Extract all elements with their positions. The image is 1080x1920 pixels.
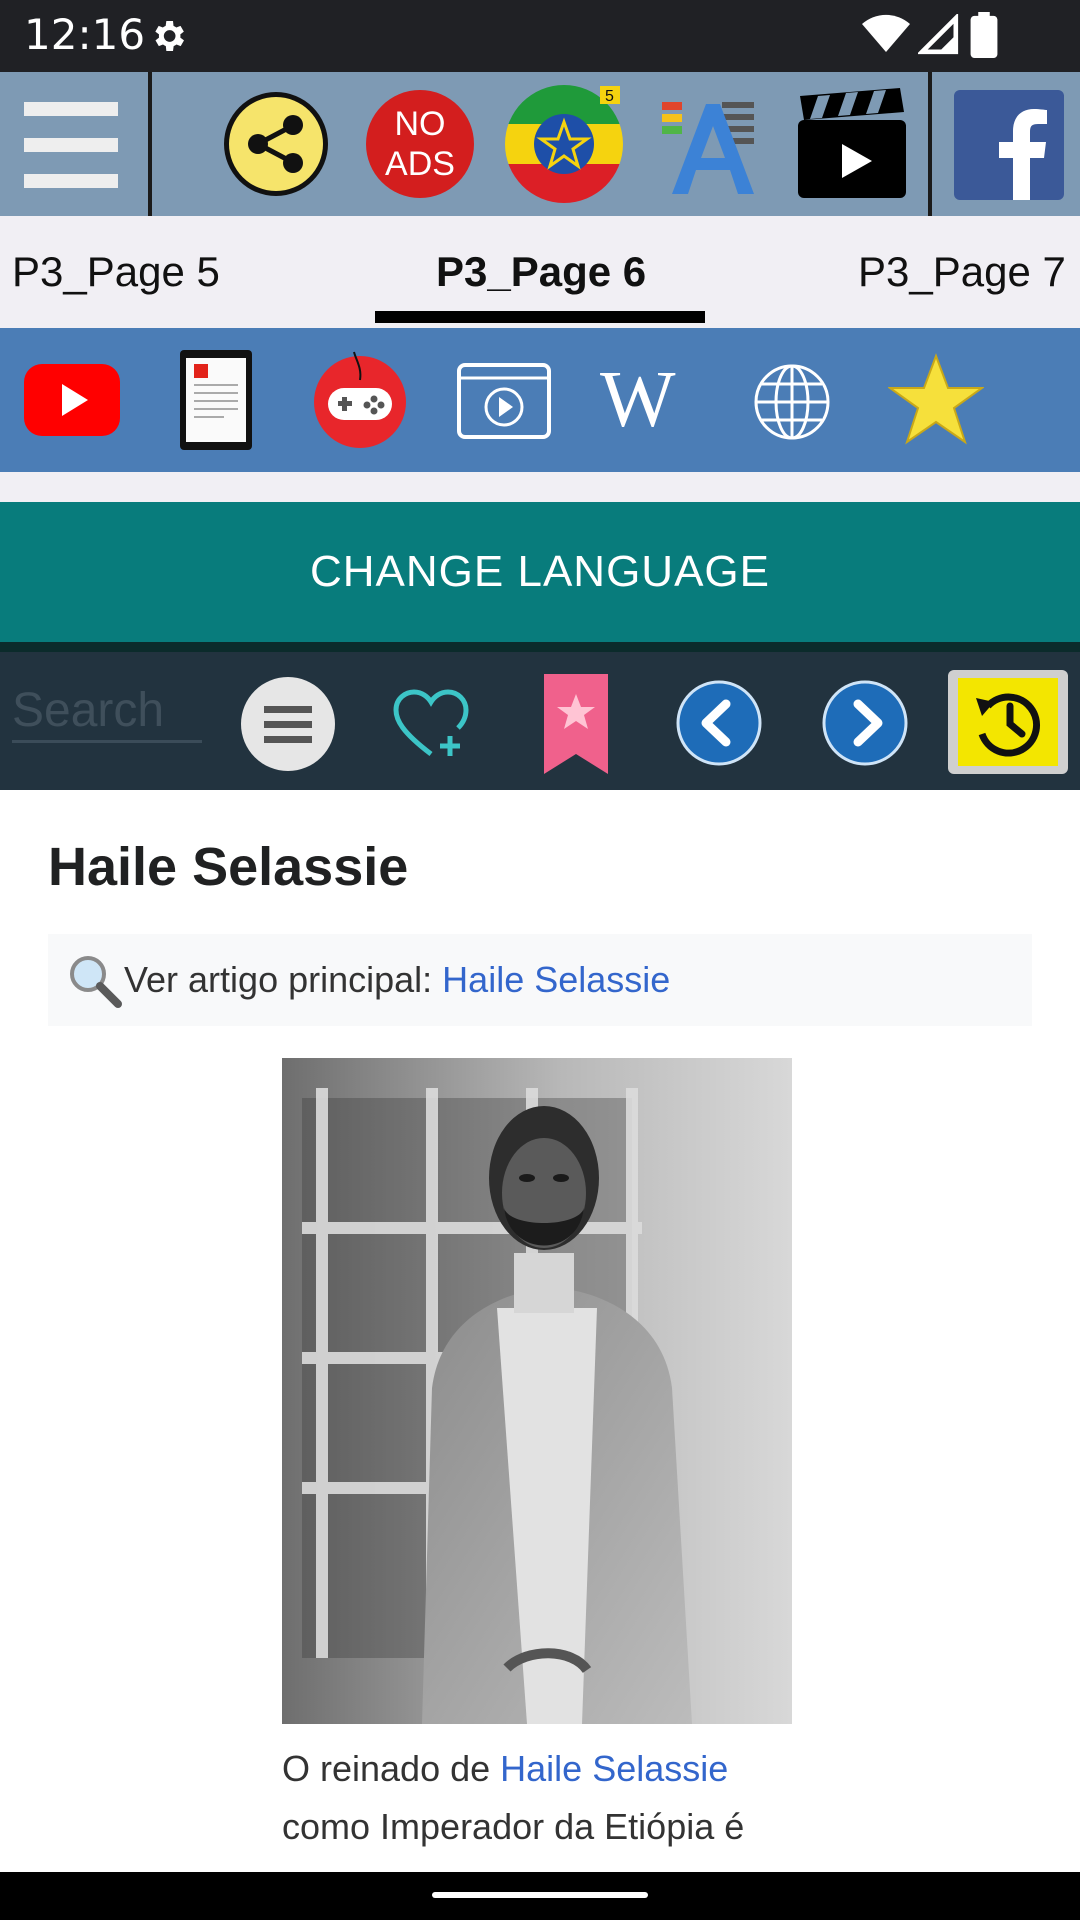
portrait-image [282,1058,792,1724]
forward-arrow-icon[interactable] [822,680,908,766]
no-ads-line2: ADS [385,145,455,183]
list-menu-icon[interactable] [240,676,336,772]
wifi-icon [862,14,910,53]
status-bar: 12:16 [0,0,1080,72]
no-ads-line1: NO [394,105,446,143]
article-content: Haile Selassie Ver artigo principal: Hai… [0,790,1080,1872]
quick-links-bar: W [0,328,1080,472]
magnifier-icon [70,956,122,1008]
tab-p3-page-5[interactable]: P3_Page 5 [12,248,220,296]
spacer [0,472,1080,502]
active-tab-indicator [375,311,705,323]
flag-badge: 5 [605,88,614,105]
gamepad-icon[interactable] [310,350,410,450]
back-arrow-icon[interactable] [676,680,762,766]
menu-button[interactable] [0,72,146,216]
facebook-icon[interactable] [954,90,1064,200]
hatnote-prefix: Ver artigo principal: [124,959,443,1000]
ebook-icon[interactable] [180,350,252,450]
heart-add-icon[interactable] [392,688,470,760]
photo-caption: O reinado de Haile Selassie como Imperad… [282,1740,822,1856]
ethiopia-flag-icon[interactable]: 5 [504,84,624,204]
top-toolbar: NO ADS 5 [0,72,1080,216]
search-toolbar [0,652,1080,790]
search-input[interactable] [12,680,202,743]
battery-icon [970,12,998,58]
tab-p3-page-7[interactable]: P3_Page 7 [858,248,1066,296]
system-nav-bar [0,1872,1080,1920]
hatnote: Ver artigo principal: Haile Selassie [48,934,1032,1026]
status-time: 12:16 [24,10,146,59]
portrait-photo [282,1058,792,1724]
caption-line2: como Imperador da Etiópia é [282,1806,745,1847]
cellular-signal-icon [918,14,959,55]
home-gesture-handle[interactable] [432,1892,648,1898]
video-clapper-icon[interactable] [796,88,908,200]
article-title: Haile Selassie [48,837,409,897]
toolbar-divider [148,72,152,216]
no-ads-button[interactable]: NO ADS [366,90,474,198]
globe-icon[interactable] [752,362,832,442]
font-size-icon[interactable] [658,90,758,198]
toolbar-divider [928,72,932,216]
video-player-icon[interactable] [456,362,552,440]
share-icon[interactable] [222,90,330,198]
wikipedia-icon[interactable]: W [600,356,676,444]
caption-prefix: O reinado de [282,1748,501,1789]
history-icon [958,678,1058,766]
history-button[interactable] [948,670,1068,774]
tab-p3-page-6[interactable]: P3_Page 6 [436,248,646,296]
bookmark-icon[interactable] [544,674,608,774]
settings-gear-icon [155,21,184,51]
caption-link[interactable]: Haile Selassie [500,1748,728,1789]
menu-icon [24,102,118,188]
star-icon[interactable] [888,352,984,448]
change-language-button[interactable]: CHANGE LANGUAGE [0,502,1080,642]
youtube-icon[interactable] [24,364,120,436]
hatnote-link[interactable]: Haile Selassie [442,959,670,1001]
button-shadow [0,642,1080,652]
